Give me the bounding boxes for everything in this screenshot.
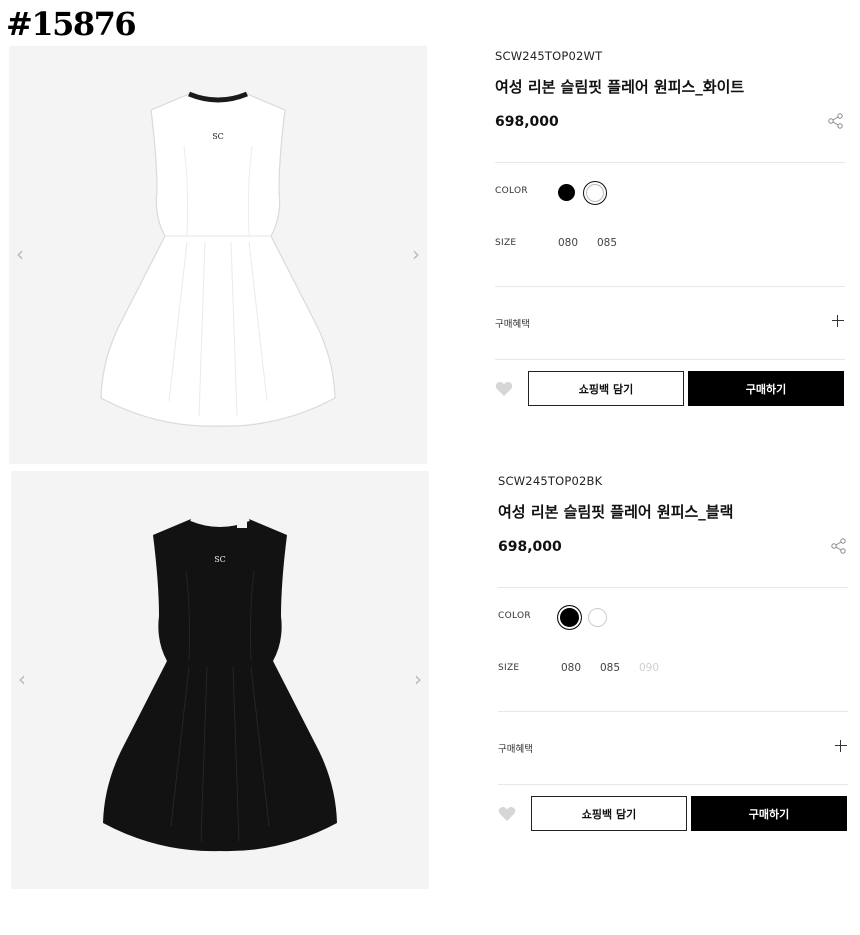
gallery-next-arrow-icon[interactable]: ›	[409, 667, 427, 691]
divider	[495, 286, 845, 287]
wishlist-heart-icon[interactable]	[495, 381, 513, 397]
color-label: COLOR	[495, 186, 528, 196]
svg-text:SC: SC	[212, 132, 224, 141]
wishlist-heart-icon[interactable]	[498, 806, 516, 822]
divider	[495, 359, 845, 360]
product-card-white: SC ‹ › SCW245TOP02WT 여성 리본 슬림핏 플레어 원피스_화…	[0, 46, 860, 471]
divider	[498, 784, 848, 785]
share-icon[interactable]	[830, 537, 848, 555]
buy-now-button[interactable]: 구매하기	[691, 796, 847, 831]
size-option-090-soldout: 090	[639, 662, 660, 674]
buy-now-button[interactable]: 구매하기	[688, 371, 844, 406]
divider	[495, 162, 845, 163]
product-price: 698,000	[498, 539, 562, 555]
product-code: SCW245TOP02BK	[498, 474, 603, 488]
gallery-prev-arrow-icon[interactable]: ‹	[11, 242, 29, 266]
page-tag: #15876	[6, 5, 137, 43]
gallery-next-arrow-icon[interactable]: ›	[407, 242, 425, 266]
product-name: 여성 리본 슬림핏 플레어 원피스_블랙	[498, 503, 734, 521]
divider	[498, 711, 848, 712]
size-label: SIZE	[498, 663, 520, 673]
size-label: SIZE	[495, 238, 517, 248]
color-label: COLOR	[498, 611, 531, 621]
product-name: 여성 리본 슬림핏 플레어 원피스_화이트	[495, 78, 745, 96]
expand-plus-icon[interactable]	[831, 314, 845, 328]
product-card-black: SC ‹ › SCW245TOP02BK 여성 리본 슬림핏 플레어 원피스_블…	[0, 471, 860, 896]
divider	[498, 587, 848, 588]
product-info: SCW245TOP02WT 여성 리본 슬림핏 플레어 원피스_화이트 698,…	[495, 46, 845, 464]
add-to-cart-button[interactable]: 쇼핑백 담기	[531, 796, 687, 831]
product-info: SCW245TOP02BK 여성 리본 슬림핏 플레어 원피스_블랙 698,0…	[498, 471, 848, 889]
size-option-080[interactable]: 080	[558, 237, 578, 249]
product-image-gallery[interactable]: SC ‹ ›	[9, 46, 427, 464]
color-swatch-white[interactable]	[588, 608, 607, 627]
size-option-080[interactable]: 080	[561, 662, 581, 674]
gallery-prev-arrow-icon[interactable]: ‹	[13, 667, 31, 691]
product-code: SCW245TOP02WT	[495, 49, 603, 63]
size-option-085[interactable]: 085	[597, 237, 617, 249]
purchase-benefit-label: 구매혜택	[498, 744, 533, 755]
dress-image: SC	[103, 517, 337, 852]
product-price: 698,000	[495, 114, 559, 130]
expand-plus-icon[interactable]	[834, 739, 848, 753]
color-swatch-white-selected[interactable]	[583, 181, 607, 205]
purchase-benefit-label: 구매혜택	[495, 319, 530, 330]
dress-image: SC	[100, 91, 336, 427]
share-icon[interactable]	[827, 112, 845, 130]
svg-text:SC: SC	[214, 555, 226, 564]
add-to-cart-button[interactable]: 쇼핑백 담기	[528, 371, 684, 406]
product-image-gallery[interactable]: SC ‹ ›	[11, 471, 429, 889]
size-option-085[interactable]: 085	[600, 662, 620, 674]
color-swatch-black[interactable]	[558, 184, 575, 201]
color-swatch-black-selected[interactable]	[557, 605, 582, 630]
